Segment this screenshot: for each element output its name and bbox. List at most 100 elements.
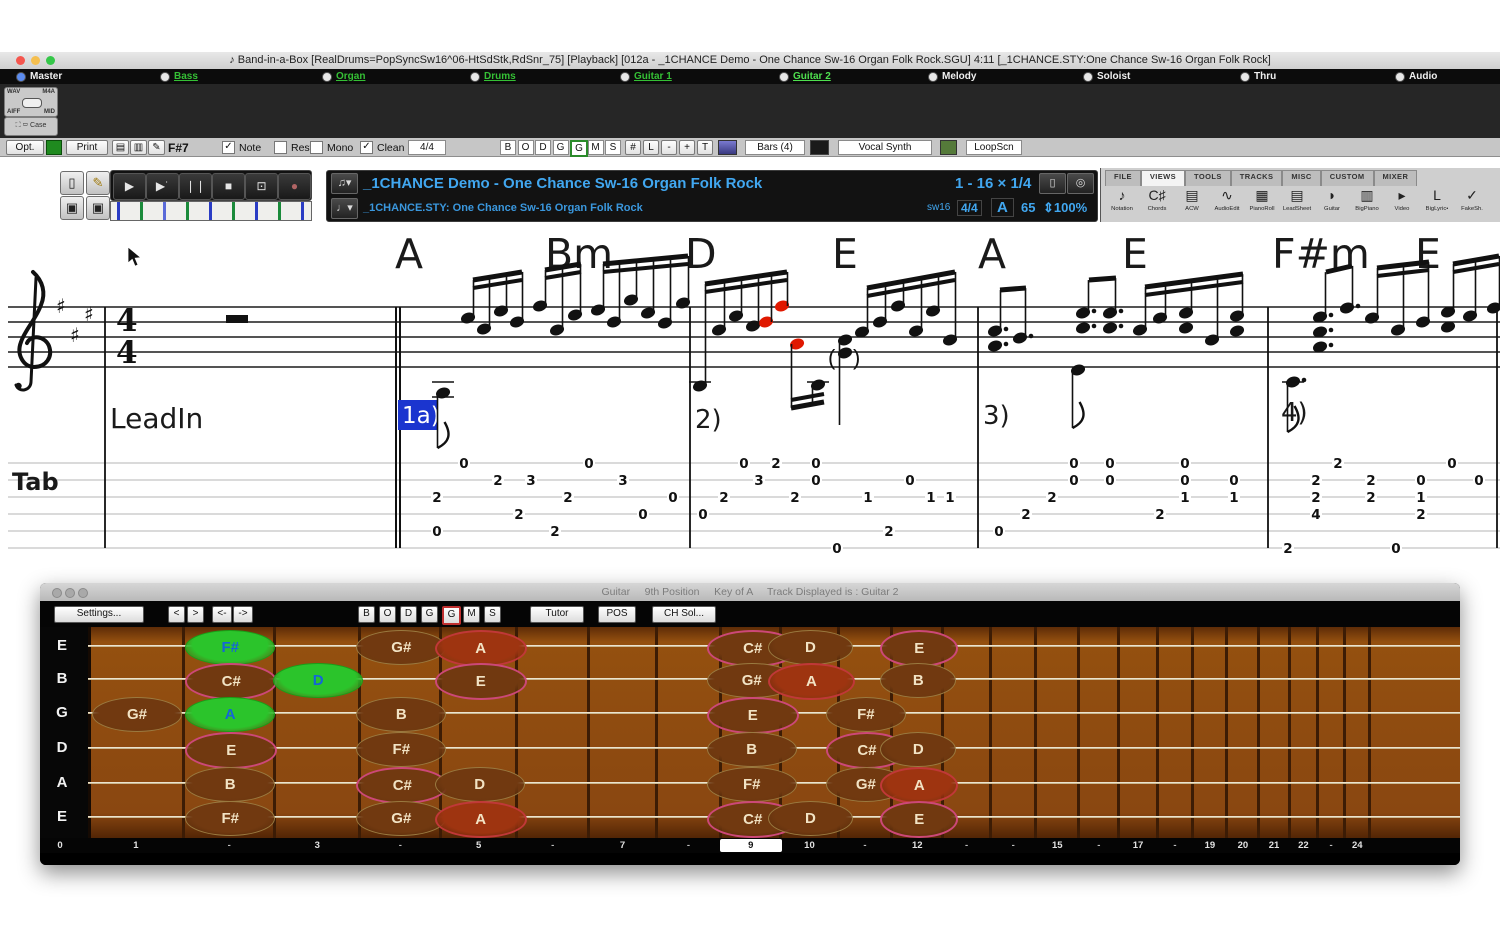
tab-fret-number: 0 — [432, 524, 441, 540]
chord-symbol-F#m[interactable]: F#m — [1272, 230, 1370, 278]
fretboard-note-A-s0[interactable]: A — [434, 629, 527, 667]
tab-fret-number: 0 — [1391, 541, 1400, 557]
fretboard-note-B-s1[interactable]: B — [880, 662, 957, 698]
fretboard-note-D-s0[interactable]: D — [768, 629, 853, 665]
tab-fret-number: 0 — [811, 456, 820, 472]
fret-label-2: - — [227, 840, 231, 851]
measure-label: 3) — [983, 401, 1010, 431]
fretboard-letter-d-2[interactable]: D — [400, 606, 417, 623]
fretboard-note-D-s5[interactable]: D — [768, 800, 853, 836]
chord-symbol-E[interactable]: E — [1122, 230, 1148, 278]
tab-fret-number: 2 — [1283, 541, 1292, 557]
fretboard-note-A-s2[interactable]: A — [185, 696, 276, 732]
fret-line-21 — [1287, 627, 1291, 838]
fretboard-note-E-s3[interactable]: E — [185, 731, 278, 769]
current-bar-label[interactable]: 1a) — [402, 403, 440, 429]
fretboard-forward-button[interactable]: -> — [233, 606, 253, 623]
fretboard-letter-o-1[interactable]: O — [379, 606, 396, 623]
string-letter-a-4: A — [56, 774, 68, 791]
fretboard-note-Fs-s0[interactable]: F# — [185, 629, 276, 665]
fretboard-note-D-s1[interactable]: D — [273, 662, 364, 698]
fretboard-letter-b-0[interactable]: B — [358, 606, 375, 623]
fretboard-back-button[interactable]: <- — [212, 606, 232, 623]
chord-symbol-A[interactable]: A — [395, 230, 423, 278]
tab-fret-number: 3 — [618, 473, 627, 489]
fretboard-next-button[interactable]: > — [187, 606, 204, 623]
tab-fret-number: 2 — [1366, 473, 1375, 489]
fretboard-note-Cs-s1[interactable]: C# — [185, 662, 278, 700]
tab-fret-number: 2 — [1047, 490, 1056, 506]
tab-staff-label: Tab — [12, 468, 59, 496]
fret-label-19: 19 — [1204, 840, 1216, 851]
fret-line-20 — [1257, 627, 1261, 838]
tab-fret-number: 2 — [514, 507, 523, 523]
fretboard-note-A-s4[interactable]: A — [880, 766, 959, 804]
fret-label-17: 17 — [1132, 840, 1144, 851]
fret-label-18: - — [1173, 840, 1177, 851]
tab-fret-number: 2 — [432, 490, 441, 506]
tab-fret-number: 0 — [1447, 456, 1456, 472]
fret-number-strip: 0 1 - 3 - 5 - 7 - 9 10 - 12 - - 15 - 17 - 19 20 21 22 - 24 — [40, 838, 1460, 853]
fretboard-note-D-s4[interactable]: D — [434, 766, 525, 802]
fretboard-note-B-s4[interactable]: B — [185, 766, 276, 802]
fret-line-17 — [1155, 627, 1159, 838]
string-letter-d-3: D — [56, 739, 68, 756]
fret-line-3 — [358, 627, 362, 838]
fretboard-controls: Settings... < > <- -> B O D G G M S Tutor POS CH Sol..… — [40, 601, 1460, 627]
fretboard-note-B-s3[interactable]: B — [706, 731, 797, 767]
fret-label-23: - — [1329, 840, 1333, 851]
chord-symbol-E[interactable]: E — [832, 230, 858, 278]
tab-fret-number: 0 — [811, 473, 820, 489]
fretboard-note-E-s5[interactable]: E — [880, 800, 959, 838]
tab-fret-number: 2 — [884, 524, 893, 540]
fretboard-settings-button[interactable]: Settings... — [54, 606, 144, 623]
fretboard-note-D-s3[interactable]: D — [880, 731, 957, 767]
fret-label-1: 1 — [133, 840, 139, 851]
fretboard-note-E-s2[interactable]: E — [706, 696, 799, 734]
tab-fret-number: 4 — [1311, 507, 1320, 523]
fretboard-note-Fs-s5[interactable]: F# — [185, 800, 276, 836]
notation-canvas[interactable]: ♯♯♯ 44A Bm D E A E F#m ELeadIn 2) 3) 4)1a)Tab()0 02 3… — [0, 0, 1500, 583]
tab-fret-number: 0 — [905, 473, 914, 489]
measure-label: 4) — [1281, 398, 1308, 428]
fretboard-letter-g-4[interactable]: G — [442, 606, 461, 625]
fret-label-3: 3 — [314, 840, 320, 851]
fret-line-22 — [1316, 627, 1320, 838]
fretboard-note-Gs-s5[interactable]: G# — [356, 800, 447, 836]
fretboard-note-E-s1[interactable]: E — [434, 662, 527, 700]
fretboard-note-A-s5[interactable]: A — [434, 800, 527, 838]
fretboard-note-Fs-s4[interactable]: F# — [706, 766, 797, 802]
band-in-a-box-app: ♪ Band-in-a-Box [RealDrums=PopSyncSw16^0… — [0, 0, 1500, 938]
fretboard-chsol-button[interactable]: CH Sol... — [652, 606, 716, 623]
fret-label-24: 24 — [1351, 840, 1363, 851]
tab-fret-number: 1 — [1416, 490, 1425, 506]
chord-symbol-D[interactable]: D — [685, 230, 717, 278]
tab-fret-number: 2 — [1333, 456, 1342, 472]
fret-line-7 — [654, 627, 658, 838]
fretboard-titlebar[interactable]: Guitar 9th Position Key of A Track Displ… — [40, 583, 1460, 602]
fretboard-pos-button[interactable]: POS — [598, 606, 636, 623]
fretboard-tutor-button[interactable]: Tutor — [530, 606, 584, 623]
fret-label-6: - — [551, 840, 555, 851]
fret-label-16: - — [1097, 840, 1101, 851]
fretboard-note-Fs-s2[interactable]: F# — [825, 696, 906, 732]
fretboard-note-Gs-s2[interactable]: G# — [91, 696, 182, 732]
fret-label-11: - — [863, 840, 867, 851]
tab-fret-number: 2 — [550, 524, 559, 540]
fret-label-8: - — [686, 840, 691, 851]
fretboard[interactable]: F# G# A C# D E C# D E G# A B G# A B E F# E F# B C# D B C# D F# G# A… — [40, 627, 1460, 838]
tab-fret-number: 2 — [1311, 490, 1320, 506]
fretboard-letter-s-6[interactable]: S — [484, 606, 501, 623]
fretboard-note-A-s1[interactable]: A — [768, 662, 855, 700]
chord-symbol-A[interactable]: A — [978, 230, 1006, 278]
fretboard-note-Gs-s0[interactable]: G# — [356, 629, 447, 665]
fretboard-note-B-s2[interactable]: B — [356, 696, 447, 732]
fretboard-prev-button[interactable]: < — [168, 606, 185, 623]
fret-label-9[interactable]: 9 — [748, 840, 753, 851]
fret-line-13 — [989, 627, 993, 838]
fretboard-letter-m-5[interactable]: M — [463, 606, 480, 623]
fretboard-bottom-edge — [40, 853, 1460, 865]
fretboard-letter-g-3[interactable]: G — [421, 606, 438, 623]
fretboard-note-E-s0[interactable]: E — [880, 629, 959, 667]
fretboard-note-Fs-s3[interactable]: F# — [356, 731, 447, 767]
